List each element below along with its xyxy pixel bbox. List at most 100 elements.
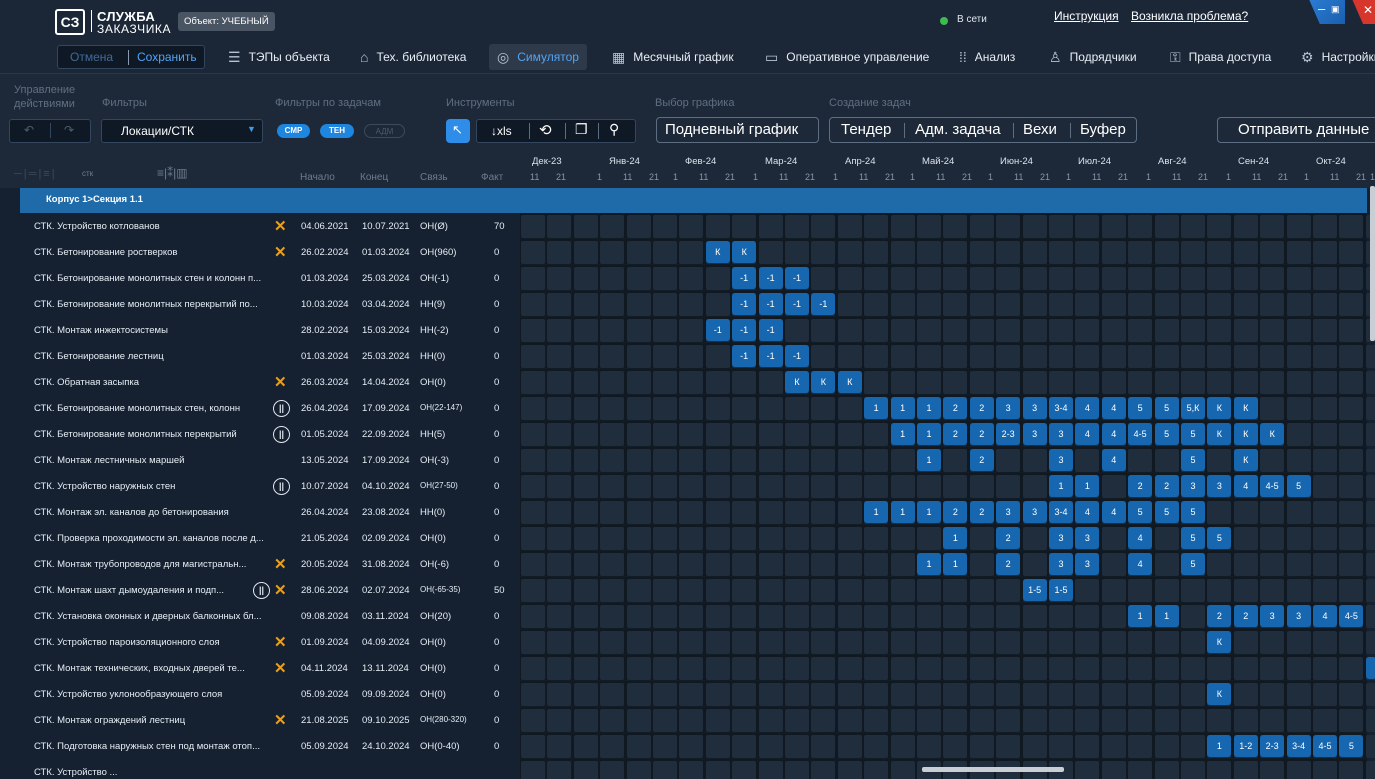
nav-contractors[interactable]: ♙ Подрядчики bbox=[1049, 40, 1137, 74]
task-start-date: 09.08.2024 bbox=[301, 611, 349, 622]
task-row[interactable]: СТК. Бетонирование монолитных стен, коло… bbox=[20, 396, 1367, 422]
task-link: ОН(0) bbox=[420, 533, 446, 544]
sort-icon[interactable]: ≡|⁑|▥ bbox=[157, 166, 188, 180]
grid-cell[interactable] bbox=[1365, 553, 1375, 576]
task-row[interactable]: СТК. Устройство уклонообразующего слоя 05… bbox=[20, 682, 1367, 708]
hazard-icon[interactable]: ✕ bbox=[274, 243, 287, 261]
grid-cell[interactable] bbox=[1365, 501, 1375, 524]
pause-icon[interactable]: || bbox=[253, 582, 270, 599]
nav-simulator[interactable]: ◎ Симулятор bbox=[489, 44, 587, 70]
month-label: Июн-24 bbox=[1000, 156, 1033, 167]
grid-cell[interactable] bbox=[1365, 631, 1375, 654]
nav-settings[interactable]: ⚙ Настройки bbox=[1301, 40, 1375, 74]
create-tender-button[interactable]: Тендер bbox=[841, 118, 891, 142]
task-row[interactable]: СТК. Подготовка наружных стен под монтаж… bbox=[20, 734, 1367, 760]
refresh-icon[interactable]: ⟲ bbox=[539, 121, 552, 139]
grid-cell[interactable] bbox=[1365, 345, 1375, 368]
export-xls-button[interactable]: ↓xls bbox=[491, 124, 512, 138]
pause-icon[interactable]: || bbox=[273, 426, 290, 443]
grid-cell[interactable] bbox=[1365, 605, 1375, 628]
create-buffer-button[interactable]: Буфер bbox=[1080, 118, 1126, 142]
task-row[interactable]: СТК. Бетонирование лестниц 01.03.2024 25.0… bbox=[20, 344, 1367, 370]
task-name: СТК. Бетонирование монолитных перекрытий bbox=[34, 429, 237, 440]
create-admin-task-button[interactable]: Адм. задача bbox=[915, 118, 1001, 142]
create-milestones-button[interactable]: Вехи bbox=[1023, 118, 1057, 142]
horizontal-scrollbar[interactable] bbox=[922, 767, 1064, 772]
pause-icon[interactable]: || bbox=[273, 400, 290, 417]
copy-icon[interactable]: ❐ bbox=[575, 121, 588, 138]
save-button[interactable]: Сохранить bbox=[137, 50, 197, 64]
task-row[interactable]: СТК. Монтаж инжектосистемы 28.02.2024 15.0… bbox=[20, 318, 1367, 344]
task-row[interactable]: СТК. Устройство наружных стен 10.07.2024 0… bbox=[20, 474, 1367, 500]
grid-cell[interactable] bbox=[1365, 423, 1375, 446]
task-start-date: 28.06.2024 bbox=[301, 585, 349, 596]
hazard-icon[interactable]: ✕ bbox=[274, 581, 287, 599]
task-row[interactable]: СТК. Устройство пароизоляционного слоя 01… bbox=[20, 630, 1367, 656]
task-row[interactable]: СТК. Монтаж трубопроводов для магистраль… bbox=[20, 552, 1367, 578]
nav-tep[interactable]: ☰ ТЭПы объекта bbox=[228, 40, 330, 74]
grid-cell[interactable] bbox=[1365, 449, 1375, 472]
task-row[interactable]: СТК. Установка оконных и дверных балконн… bbox=[20, 604, 1367, 630]
filter-pill-adm[interactable]: АДМ bbox=[364, 124, 405, 138]
hazard-icon[interactable]: ✕ bbox=[274, 633, 287, 651]
pause-icon[interactable]: || bbox=[273, 478, 290, 495]
task-row[interactable]: СТК. Бетонирование монолитных перекрытий… bbox=[20, 292, 1367, 318]
grid-cell[interactable] bbox=[1365, 735, 1375, 758]
grid-cell[interactable] bbox=[1365, 371, 1375, 394]
grid-cell[interactable] bbox=[1365, 527, 1375, 550]
task-end-date: 31.08.2024 bbox=[362, 559, 410, 570]
grid-cell[interactable] bbox=[1365, 683, 1375, 706]
task-row[interactable]: СТК. Обратная засыпка 26.03.2024 14.04.202… bbox=[20, 370, 1367, 396]
filter-pill-ten[interactable]: ТЕН bbox=[320, 124, 354, 138]
maximize-icon[interactable]: ▣ bbox=[1331, 4, 1340, 15]
task-row[interactable]: СТК. Монтаж шахт дымоудаления и подп... 2… bbox=[20, 578, 1367, 604]
group-label: Корпус 1>Секция 1.1 bbox=[46, 194, 143, 205]
nav-operational[interactable]: ▭ Оперативное управление bbox=[765, 40, 929, 74]
instructions-link[interactable]: Инструкция bbox=[1054, 9, 1119, 23]
task-row[interactable]: СТК. Устройство котлованов 04.06.2021 10.0… bbox=[20, 214, 1367, 240]
grid-cell[interactable] bbox=[1365, 579, 1375, 602]
filter-pill-smr[interactable]: СМР bbox=[277, 124, 310, 138]
daily-schedule-button[interactable]: Подневный график bbox=[656, 117, 819, 143]
task-row[interactable]: СТК. Устройство ... bbox=[20, 760, 1367, 779]
hazard-icon[interactable]: ✕ bbox=[274, 373, 287, 391]
nav-tech-library[interactable]: ⌂ Тех. библиотека bbox=[360, 40, 466, 74]
task-row[interactable]: СТК. Проверка проходимости эл. каналов п… bbox=[20, 526, 1367, 552]
hazard-icon[interactable]: ✕ bbox=[274, 659, 287, 677]
task-row[interactable]: СТК. Бетонирование ростверков 26.02.2024 0… bbox=[20, 240, 1367, 266]
grid-cell[interactable] bbox=[1365, 709, 1375, 732]
redo-icon[interactable]: ↷ bbox=[64, 123, 74, 137]
task-fact: 0 bbox=[494, 351, 500, 362]
task-row[interactable]: СТК. Монтаж технических, входных дверей … bbox=[20, 656, 1367, 682]
grid-cell[interactable] bbox=[1365, 475, 1375, 498]
grid-cell[interactable] bbox=[1365, 761, 1375, 779]
vertical-scrollbar[interactable] bbox=[1370, 186, 1375, 341]
view-mode-icons[interactable]: ─|═|≡| bbox=[14, 168, 134, 182]
nav-monthly-schedule[interactable]: ▦ Месячный график bbox=[612, 40, 734, 74]
nav-analysis[interactable]: ⁞⁞ Анализ bbox=[959, 40, 1015, 74]
schedule-cell[interactable] bbox=[1365, 657, 1375, 679]
undo-icon[interactable]: ↶ bbox=[24, 123, 34, 137]
nav-label: Оперативное управление bbox=[786, 50, 930, 64]
task-link: ОН(20) bbox=[420, 611, 452, 622]
task-row[interactable]: СТК. Бетонирование монолитных стен и кол… bbox=[20, 266, 1367, 292]
task-row[interactable]: СТК. Бетонирование монолитных перекрытий… bbox=[20, 422, 1367, 448]
cancel-button[interactable]: Отмена bbox=[70, 50, 113, 64]
task-start-date: 01.03.2024 bbox=[301, 351, 349, 362]
hazard-icon[interactable]: ✕ bbox=[274, 217, 287, 235]
hazard-icon[interactable]: ✕ bbox=[274, 555, 287, 573]
search-icon[interactable]: ⚲ bbox=[609, 121, 619, 138]
task-row[interactable]: СТК. Монтаж ограждений лестниц 21.08.2025… bbox=[20, 708, 1367, 734]
report-problem-link[interactable]: Возникла проблема? bbox=[1131, 9, 1248, 23]
filter-select[interactable]: Локации/СТК ▼ bbox=[101, 119, 263, 143]
nav-access-rights[interactable]: ⚿ Права доступа bbox=[1170, 40, 1271, 74]
send-data-button[interactable]: Отправить данные bbox=[1217, 117, 1375, 143]
day-tick: 11 bbox=[1330, 172, 1340, 182]
task-row[interactable]: СТК. Монтаж эл. каналов до бетонирования… bbox=[20, 500, 1367, 526]
grid-icon: ⁞⁞ bbox=[959, 49, 967, 65]
task-row[interactable]: СТК. Монтаж лестничных маршей 13.05.2024 1… bbox=[20, 448, 1367, 474]
hazard-icon[interactable]: ✕ bbox=[274, 711, 287, 729]
group-row[interactable]: Корпус 1>Секция 1.1 bbox=[20, 188, 1367, 213]
grid-cell[interactable] bbox=[1365, 397, 1375, 420]
pointer-tool-button[interactable]: ↖ bbox=[446, 119, 470, 143]
